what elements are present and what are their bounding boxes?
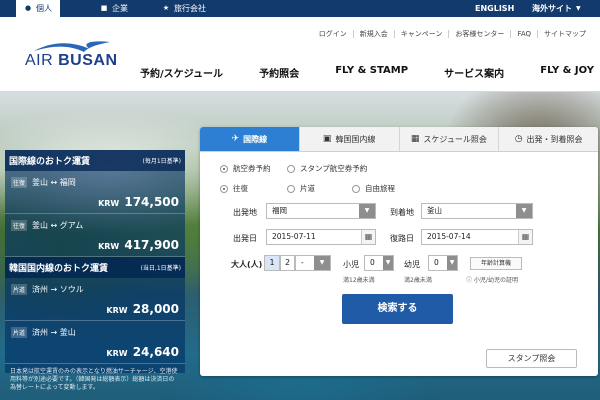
chevron-down-icon: ▼: [447, 256, 457, 270]
deal-item[interactable]: 往復 釜山 ↔ 福岡 KRW 174,500: [5, 171, 185, 214]
customer-center-link[interactable]: お客様センター: [448, 30, 510, 38]
infant-age-note: 満2歳未満: [404, 277, 432, 284]
chevron-down-icon: ▼: [359, 204, 375, 218]
calendar-icon[interactable]: ▦: [361, 230, 375, 244]
chevron-down-icon: ▼: [383, 256, 393, 270]
overseas-sites-menu[interactable]: 海外サイト ▼: [532, 0, 581, 17]
global-nav: 予約/スケジュール 予約照会 FLY & STAMP サービス案内 FLY & …: [140, 65, 600, 80]
sitemap-link[interactable]: サイトマップ: [537, 30, 592, 38]
plane-icon: ✈: [231, 134, 240, 144]
person-icon: ●: [24, 4, 32, 12]
briefcase-icon: ■: [100, 4, 108, 12]
child-label: 小児: [343, 260, 359, 269]
chevron-down-icon: ▼: [516, 204, 532, 218]
return-date-input[interactable]: 2015-07-14 ▦: [421, 229, 533, 245]
header: AIR BUSAN ログイン 新規入会 キャンペーン お客様センター FAQ サ…: [0, 17, 600, 92]
trip-type-oneway[interactable]: 片道: [287, 183, 315, 194]
tab-individual[interactable]: ● 個人: [16, 0, 60, 17]
logo[interactable]: AIR BUSAN: [25, 52, 118, 70]
nav-fly-stamp[interactable]: FLY & STAMP: [335, 65, 408, 80]
departure-label: 出発地: [233, 208, 257, 217]
trip-type-roundtrip[interactable]: 往復: [220, 183, 248, 194]
child-age-note: 満12歳未満: [343, 277, 375, 284]
chevron-down-icon: ▼: [576, 5, 581, 12]
arrival-select[interactable]: 釜山 ▼: [421, 203, 533, 219]
star-icon: ★: [162, 4, 170, 12]
return-date-label: 復路日: [390, 234, 414, 243]
nav-services[interactable]: サービス案内: [444, 65, 504, 80]
language-link[interactable]: ENGLISH: [475, 0, 514, 17]
clock-icon: ◷: [514, 134, 523, 144]
deal-item[interactable]: 片道 済州 → 釜山 KRW 24,640: [5, 321, 185, 364]
proof-link[interactable]: ⓘ 小児/幼児の証明: [466, 275, 518, 284]
adult-count-2[interactable]: 2: [280, 255, 295, 271]
age-calculator-button[interactable]: 年齢計算機: [470, 257, 522, 270]
adult-label: 大人(人): [231, 260, 263, 269]
tab-arrivals[interactable]: ◷ 出発・到着照会: [498, 127, 598, 151]
radio-icon: [220, 184, 228, 193]
campaign-link[interactable]: キャンペーン: [393, 30, 449, 38]
calendar-icon[interactable]: ▦: [518, 230, 532, 244]
infant-label: 幼児: [404, 260, 420, 269]
deal-item[interactable]: 往復 釜山 ↔ グアム KRW 417,900: [5, 214, 185, 257]
radio-icon: [220, 164, 228, 173]
ticket-type-ticket[interactable]: 航空券予約: [220, 163, 271, 174]
faq-link[interactable]: FAQ: [510, 30, 537, 38]
utility-links: ログイン 新規入会 キャンペーン お客様センター FAQ サイトマップ: [313, 30, 592, 38]
search-button[interactable]: 検索する: [342, 294, 453, 324]
info-icon: ⓘ: [466, 277, 474, 284]
fare-deals-panel: 国際線のおトク運賃 (毎月1日基準) 往復 釜山 ↔ 福岡 KRW 174,500 …: [5, 150, 185, 391]
stamp-inquiry-button[interactable]: スタンプ照会: [486, 349, 577, 368]
calendar-icon: ▦: [410, 134, 420, 144]
tab-corporate[interactable]: ■ 企業: [100, 0, 128, 17]
adult-count-1[interactable]: 1: [264, 255, 280, 271]
tab-schedule[interactable]: ▦ スケジュール照会: [398, 127, 499, 151]
nav-fly-joy[interactable]: FLY & JOY: [540, 65, 594, 80]
departure-date-input[interactable]: 2015-07-11 ▦: [266, 229, 376, 245]
tab-international[interactable]: ✈ 国際線: [200, 127, 299, 151]
trip-type-multi[interactable]: 自由旅程: [352, 183, 395, 194]
departure-select[interactable]: 福岡 ▼: [266, 203, 376, 219]
intl-deals-header: 国際線のおトク運賃 (毎月1日基準): [5, 150, 185, 171]
fare-note: 日本発は航空運賃のみの表示となり燃油サーチャージ、空港使用料等が別途必要です。（…: [10, 368, 178, 391]
bird-logo-icon: [34, 41, 110, 52]
tab-travel-agency[interactable]: ★ 旅行会社: [162, 0, 206, 17]
domestic-deals-header: 韓国国内線のおトク運賃 (当日,1日基準): [5, 257, 185, 278]
arrival-label: 到着地: [390, 208, 414, 217]
child-count-select[interactable]: 0 ▼: [364, 255, 394, 271]
adult-count-more[interactable]: - ▼: [295, 255, 331, 271]
radio-icon: [287, 164, 295, 173]
suitcase-icon: ▣: [322, 134, 332, 144]
radio-icon: [287, 184, 295, 193]
ticket-type-stamp[interactable]: スタンプ航空券予約: [287, 163, 367, 174]
booking-tabs: ✈ 国際線 ▣ 韓国国内線 ▦ スケジュール照会 ◷ 出発・到着照会: [200, 127, 598, 152]
login-link[interactable]: ログイン: [313, 30, 353, 38]
nav-reservation[interactable]: 予約/スケジュール: [140, 65, 223, 80]
signup-link[interactable]: 新規入会: [352, 30, 394, 38]
top-bar: ● 個人 ■ 企業 ★ 旅行会社 ENGLISH 海外サイト ▼: [0, 0, 600, 17]
nav-booking-inquiry[interactable]: 予約照会: [259, 65, 299, 80]
tab-domestic[interactable]: ▣ 韓国国内線: [298, 127, 399, 151]
infant-count-select[interactable]: 0 ▼: [428, 255, 458, 271]
chevron-down-icon: ▼: [314, 256, 330, 270]
radio-icon: [352, 184, 360, 193]
departure-date-label: 出発日: [233, 234, 257, 243]
deal-item[interactable]: 片道 済州 → ソウル KRW 28,000: [5, 278, 185, 321]
